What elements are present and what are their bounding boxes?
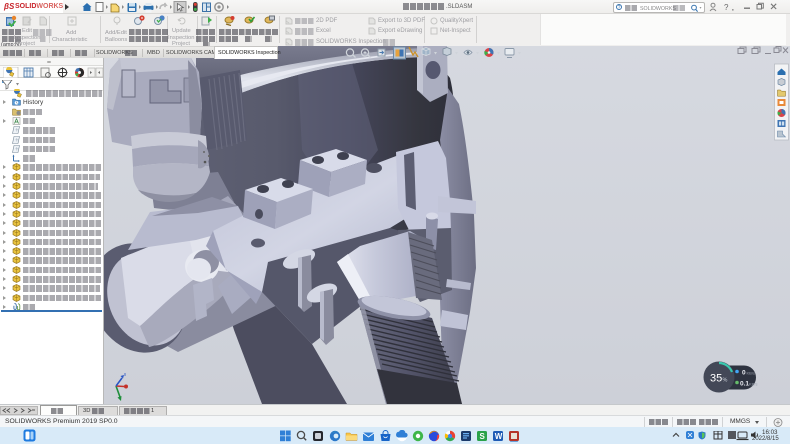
svg-text:%: % [723,378,728,384]
svg-text:?: ? [724,3,729,12]
svg-text:W: W [495,432,503,441]
svg-text:0: 0 [742,370,746,377]
svg-text:KB/s: KB/s [749,382,757,387]
svg-text:KB/s: KB/s [747,371,755,376]
svg-text:0.1: 0.1 [740,381,749,388]
svg-text:S: S [480,432,486,441]
svg-text:35: 35 [710,373,722,385]
